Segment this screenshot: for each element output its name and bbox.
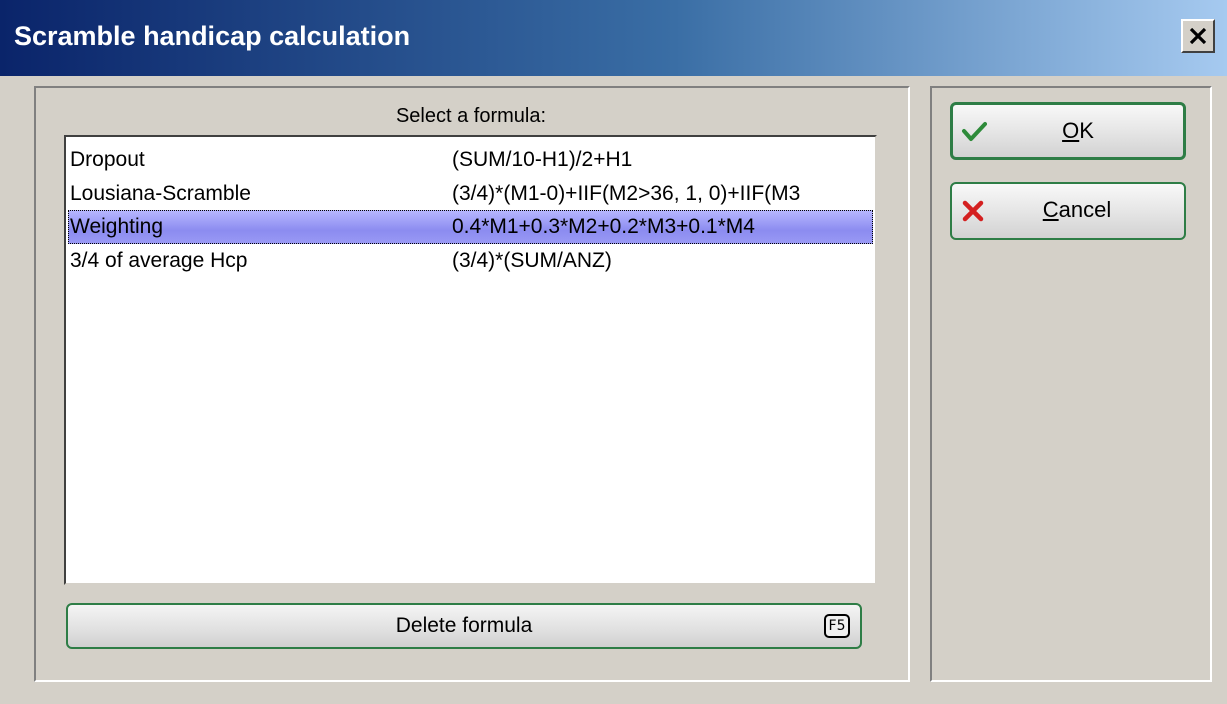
ok-mnemonic: O — [1062, 118, 1080, 143]
formula-listbox[interactable]: Dropout (SUM/10-H1)/2+H1 Lousiana-Scramb… — [64, 135, 877, 585]
delete-formula-button[interactable]: Delete formula F5 — [66, 603, 862, 649]
ok-label-rest: K — [1079, 118, 1094, 143]
list-item[interactable]: 3/4 of average Hcp (3/4)*(SUM/ANZ) — [68, 244, 873, 278]
formula-expression: (SUM/10-H1)/2+H1 — [452, 148, 633, 171]
checkmark-icon — [962, 122, 987, 141]
list-item[interactable]: Lousiana-Scramble (3/4)*(M1-0)+IIF(M2>36… — [68, 177, 873, 211]
formula-name: 3/4 of average Hcp — [70, 249, 248, 272]
select-formula-label: Select a formula: — [395, 105, 547, 127]
close-button[interactable] — [1181, 19, 1215, 53]
formula-name: Dropout — [70, 148, 145, 171]
red-x-icon — [962, 200, 984, 222]
formula-name: Weighting — [70, 215, 164, 238]
formula-expression: (3/4)*(M1-0)+IIF(M2>36, 1, 0)+IIF(M3 — [452, 182, 801, 205]
close-icon — [1189, 28, 1207, 44]
actions-group-frame — [930, 86, 1212, 682]
ok-label: OK — [993, 105, 1163, 157]
title-bar[interactable]: Scramble handicap calculation — [0, 0, 1227, 76]
delete-formula-label: Delete formula — [395, 614, 533, 637]
list-item-selected[interactable]: Weighting 0.4*M1+0.3*M2+0.2*M3+0.1*M4 — [68, 210, 873, 244]
list-item[interactable]: Dropout (SUM/10-H1)/2+H1 — [68, 143, 873, 177]
formula-expression: 0.4*M1+0.3*M2+0.2*M3+0.1*M4 — [452, 215, 755, 238]
cancel-button[interactable]: Cancel — [950, 182, 1186, 240]
dialog-window: Scramble handicap calculation Select a f… — [0, 0, 1227, 704]
f5-shortcut-badge: F5 — [824, 614, 850, 638]
cancel-label-rest: ancel — [1058, 197, 1112, 222]
ok-button[interactable]: OK — [950, 102, 1186, 160]
cancel-mnemonic: C — [1042, 197, 1059, 222]
cancel-label: Cancel — [992, 184, 1162, 236]
formula-expression: (3/4)*(SUM/ANZ) — [452, 249, 612, 272]
formula-name: Lousiana-Scramble — [70, 182, 251, 205]
window-title: Scramble handicap calculation — [14, 21, 411, 51]
